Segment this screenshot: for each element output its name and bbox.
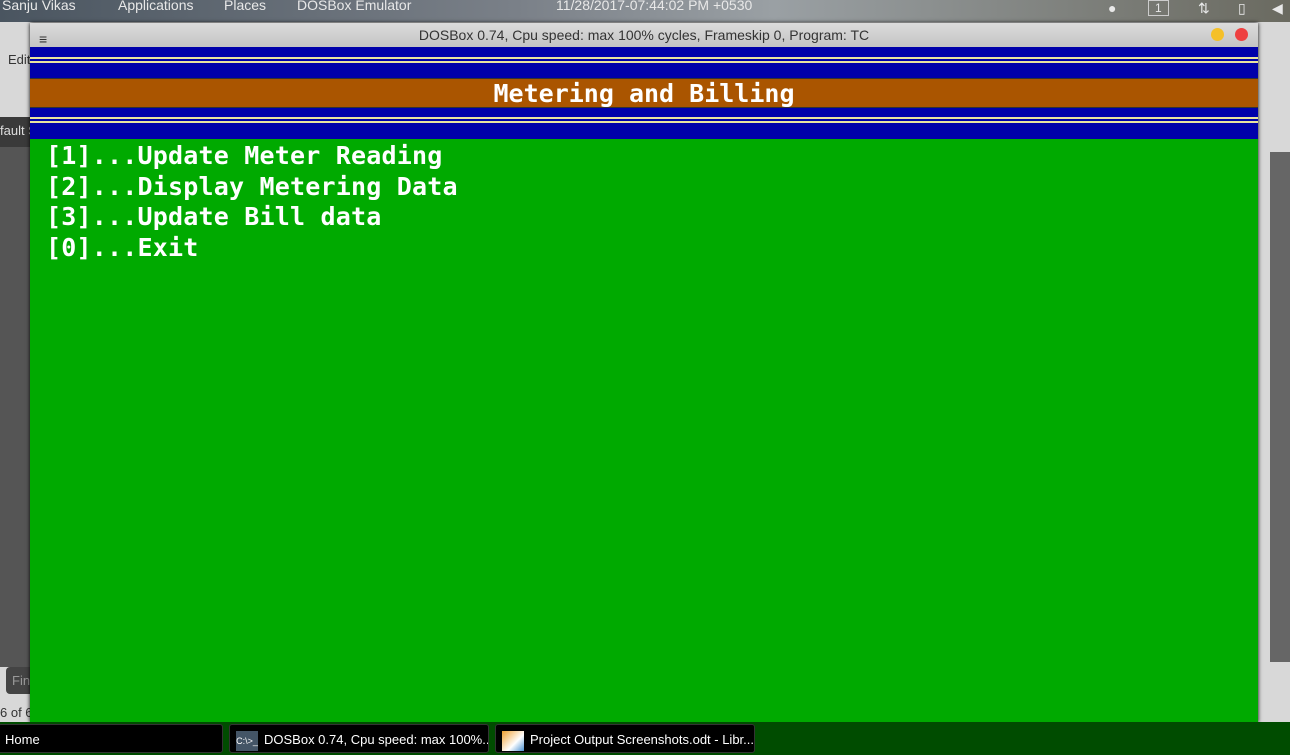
menu-option-2: [2]...Display Metering Data bbox=[46, 171, 458, 201]
menu-option-1: [1]...Update Meter Reading bbox=[46, 141, 443, 170]
user-menu[interactable]: Sanju Vikas bbox=[2, 0, 76, 13]
menu-option-3: [3]...Update Bill data bbox=[46, 202, 382, 232]
scrollbar[interactable] bbox=[1270, 152, 1290, 662]
bottom-border-band bbox=[30, 108, 1258, 139]
applications-menu[interactable]: Applications bbox=[118, 0, 194, 13]
taskbar-item-dosbox[interactable]: C:\>_ DOSBox 0.74, Cpu speed: max 100%... bbox=[229, 724, 489, 753]
title-bar[interactable]: ≡ DOSBox 0.74, Cpu speed: max 100% cycle… bbox=[30, 23, 1258, 47]
menu-edit[interactable]: Edit bbox=[8, 52, 30, 67]
workspace-indicator[interactable]: 1 bbox=[1148, 0, 1169, 16]
top-border-band bbox=[30, 47, 1258, 78]
active-app-menu[interactable]: DOSBox Emulator bbox=[297, 0, 411, 13]
taskbar-item-home[interactable]: Home bbox=[0, 724, 223, 753]
task-label: DOSBox 0.74, Cpu speed: max 100%... bbox=[264, 732, 489, 747]
menu-option-exit: [0]...Exit bbox=[46, 233, 199, 263]
terminal-icon: C:\>_ bbox=[236, 730, 258, 751]
document-icon bbox=[502, 730, 524, 751]
dosbox-window: ≡ DOSBox 0.74, Cpu speed: max 100% cycle… bbox=[30, 23, 1258, 723]
main-menu: [1]...Update Meter Reading [2]...Display… bbox=[30, 139, 1258, 264]
header-banner: Metering and Billing bbox=[30, 78, 1258, 108]
window-title: DOSBox 0.74, Cpu speed: max 100% cycles,… bbox=[418, 27, 870, 43]
clock[interactable]: 11/28/2017-07:44:02 PM +0530 bbox=[556, 0, 752, 13]
network-icon[interactable]: ⇅ bbox=[1198, 0, 1210, 17]
taskbar-item-libreoffice[interactable]: Project Output Screenshots.odt - Libr... bbox=[495, 724, 755, 753]
close-button[interactable] bbox=[1235, 28, 1248, 41]
task-label: Project Output Screenshots.odt - Libr... bbox=[530, 732, 755, 747]
top-panel: Sanju Vikas Applications Places DOSBox E… bbox=[0, 0, 1290, 22]
camera-icon[interactable]: ● bbox=[1108, 0, 1116, 16]
minimize-button[interactable] bbox=[1211, 28, 1224, 41]
volume-icon[interactable]: ◀ bbox=[1272, 0, 1283, 17]
find-input[interactable]: Fin bbox=[12, 673, 30, 688]
places-menu[interactable]: Places bbox=[224, 0, 266, 13]
task-label: Home bbox=[5, 732, 40, 747]
taskbar: Home C:\>_ DOSBox 0.74, Cpu speed: max 10… bbox=[0, 722, 1290, 755]
page-count: 6 of 6 bbox=[0, 705, 33, 720]
battery-icon[interactable]: ▯ bbox=[1238, 0, 1246, 17]
